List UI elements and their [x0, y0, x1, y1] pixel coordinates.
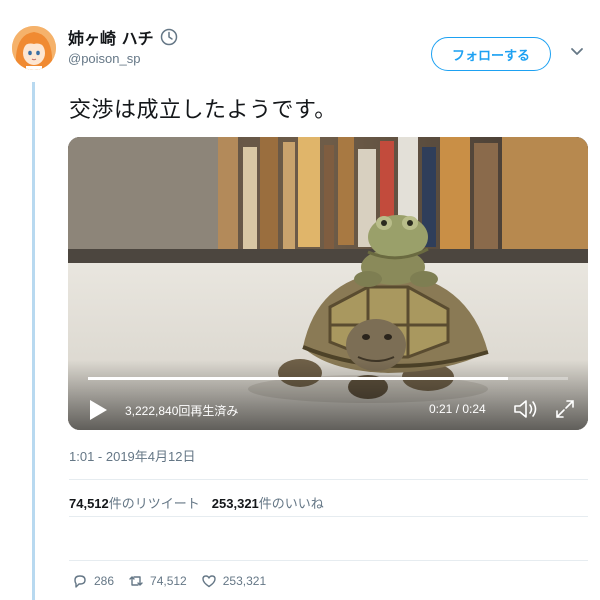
like-button[interactable]: 253,321	[201, 573, 266, 589]
follow-button[interactable]: フォローする	[431, 37, 551, 71]
play-icon[interactable]	[88, 399, 108, 421]
divider	[69, 516, 588, 517]
like-count: 253,321	[222, 574, 267, 588]
divider	[69, 479, 588, 480]
like-stat[interactable]: 253,321件のいいね	[212, 493, 324, 512]
thread-line	[32, 82, 35, 600]
video-time: 0:21 / 0:24	[429, 402, 486, 416]
retweet-stat[interactable]: 74,512件のリツイート	[69, 493, 200, 512]
like-stat-label: 件のいいね	[258, 496, 324, 511]
tweet-stats: 74,512件のリツイート 253,321件のいいね	[69, 493, 324, 512]
avatar-image	[12, 26, 56, 70]
retweet-icon	[129, 576, 143, 586]
display-name-row: 姉ヶ崎 ハチ	[68, 26, 178, 48]
progress-bar[interactable]	[88, 377, 568, 380]
retweet-stat-label: 件のリツイート	[108, 496, 200, 511]
avatar[interactable]	[12, 26, 56, 70]
video-controls-shade	[68, 360, 588, 430]
retweet-count: 74,512	[150, 574, 187, 588]
tweet-actions: 286 74,512 253,321	[72, 573, 280, 589]
fullscreen-icon[interactable]	[554, 398, 576, 420]
reply-button[interactable]: 286	[72, 573, 114, 589]
chevron-down-icon[interactable]	[570, 46, 584, 58]
retweet-button[interactable]: 74,512	[128, 573, 187, 589]
like-stat-count: 253,321	[211, 496, 259, 511]
tweet-header: 姉ヶ崎 ハチ @poison_sp	[68, 26, 178, 66]
view-count: 3,222,840回再生済み	[125, 404, 239, 418]
heart-icon	[202, 575, 216, 588]
tweet-text: 交渉は成立したようです。	[69, 98, 337, 123]
user-handle[interactable]: @poison_sp	[68, 51, 178, 66]
retweet-stat-count: 74,512	[69, 496, 109, 511]
reply-count: 286	[94, 574, 115, 588]
display-name[interactable]: 姉ヶ崎 ハチ	[68, 25, 154, 49]
progress-fill	[88, 377, 508, 380]
reply-icon	[74, 575, 86, 588]
volume-icon[interactable]	[513, 398, 539, 420]
tweet-timestamp[interactable]: 1:01 - 2019年4月12日	[69, 446, 195, 465]
divider	[69, 560, 588, 561]
clock-icon	[160, 28, 177, 46]
video-player[interactable]: 3,222,840回再生済み 0:21 / 0:24	[68, 137, 588, 430]
